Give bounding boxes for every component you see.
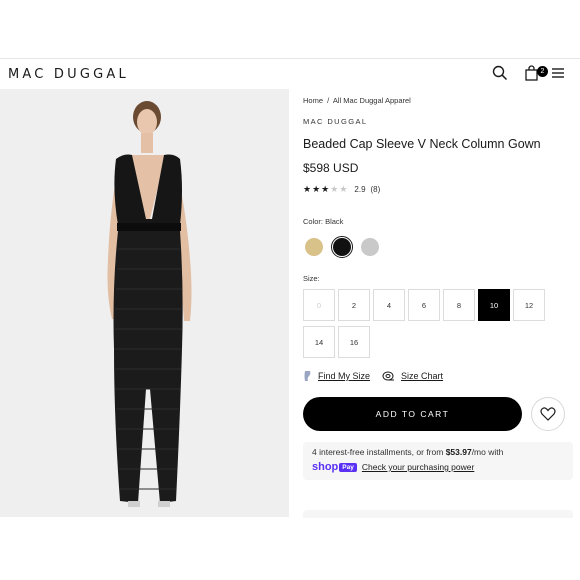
fit-icon [304, 371, 311, 381]
star-icon: ★ [330, 184, 339, 194]
shoppay-amount: $53.97 [445, 447, 472, 457]
size-option-4[interactable]: 4 [373, 289, 405, 321]
rating-value: 2.9 [354, 185, 366, 194]
cart-count-badge: 2 [537, 66, 548, 77]
swatch-gold[interactable] [303, 236, 325, 258]
product-image[interactable] [0, 89, 289, 517]
header-icons: 2 [478, 65, 568, 83]
add-to-cart-button[interactable]: ADD TO CART [303, 397, 522, 431]
size-option-8[interactable]: 8 [443, 289, 475, 321]
shoppay-pay-badge: Pay [339, 462, 357, 472]
size-label: Size: [303, 274, 320, 283]
star-icon: ★ [339, 184, 348, 194]
size-option-12[interactable]: 12 [513, 289, 545, 321]
shoppay-installments: 4 interest-free installments, or from $5… [303, 442, 573, 480]
swatch-silver-dot [361, 238, 379, 256]
rating-stars: ★ ★ ★ ★ ★ [303, 185, 348, 194]
size-option-0[interactable]: 0 [303, 289, 335, 321]
size-options: 0 2 4 6 8 10 12 14 16 [303, 289, 553, 363]
size-chart-link[interactable]: Size Chart [382, 371, 443, 381]
menu-icon[interactable] [550, 65, 568, 83]
rating-count: (8) [370, 185, 381, 194]
size-option-2[interactable]: 2 [338, 289, 370, 321]
shoppay-line2: shop Pay Check your purchasing power [312, 461, 564, 473]
size-option-14[interactable]: 14 [303, 326, 335, 358]
swatch-gold-dot [305, 238, 323, 256]
breadcrumb-separator: / [327, 96, 330, 105]
check-purchasing-power-link[interactable]: Check your purchasing power [362, 462, 474, 472]
size-option-10[interactable]: 10 [478, 289, 510, 321]
size-option-16[interactable]: 16 [338, 326, 370, 358]
search-icon[interactable] [492, 65, 510, 83]
product-price: $598 USD [303, 161, 359, 175]
cta-row: ADD TO CART [303, 397, 573, 431]
star-icon: ★ [312, 184, 321, 194]
product-rating[interactable]: ★ ★ ★ ★ ★ 2.9 (8) [303, 185, 573, 195]
next-section-box [303, 510, 573, 518]
bag-icon[interactable]: 2 [524, 65, 548, 83]
find-my-size-link[interactable]: Find My Size [303, 370, 370, 382]
heart-icon [540, 407, 556, 421]
product-title: Beaded Cap Sleeve V Neck Column Gown [303, 137, 541, 151]
breadcrumb: Home / All Mac Duggal Apparel [303, 96, 573, 105]
size-option-6[interactable]: 6 [408, 289, 440, 321]
color-label: Color: Black [303, 217, 344, 226]
swatch-silver[interactable] [359, 236, 381, 258]
breadcrumb-home[interactable]: Home [303, 96, 323, 105]
size-links: Find My Size Size Chart [303, 370, 573, 382]
shoppay-text-before: 4 interest-free installments, or from [312, 447, 446, 457]
star-icon: ★ [321, 184, 330, 194]
shoppay-text-after: /mo with [471, 447, 504, 457]
swatch-black-dot [333, 238, 351, 256]
wishlist-button[interactable] [531, 397, 565, 431]
shoppay-line1: 4 interest-free installments, or from $5… [312, 447, 564, 457]
breadcrumb-current[interactable]: All Mac Duggal Apparel [333, 96, 411, 105]
size-chart-label: Size Chart [401, 371, 444, 381]
brand-logo[interactable]: MAC DUGGAL [8, 67, 129, 82]
star-icon: ★ [303, 184, 312, 194]
shoppay-logo: shop [312, 461, 339, 473]
product-brand: MAC DUGGAL [303, 117, 368, 126]
product-info: Home / All Mac Duggal Apparel MAC DUGGAL… [303, 96, 573, 480]
find-my-size-label: Find My Size [318, 371, 371, 381]
site-header: MAC DUGGAL 2 [0, 58, 580, 88]
tape-measure-icon [382, 371, 395, 381]
swatch-black[interactable] [331, 236, 353, 258]
color-swatches [303, 236, 573, 258]
